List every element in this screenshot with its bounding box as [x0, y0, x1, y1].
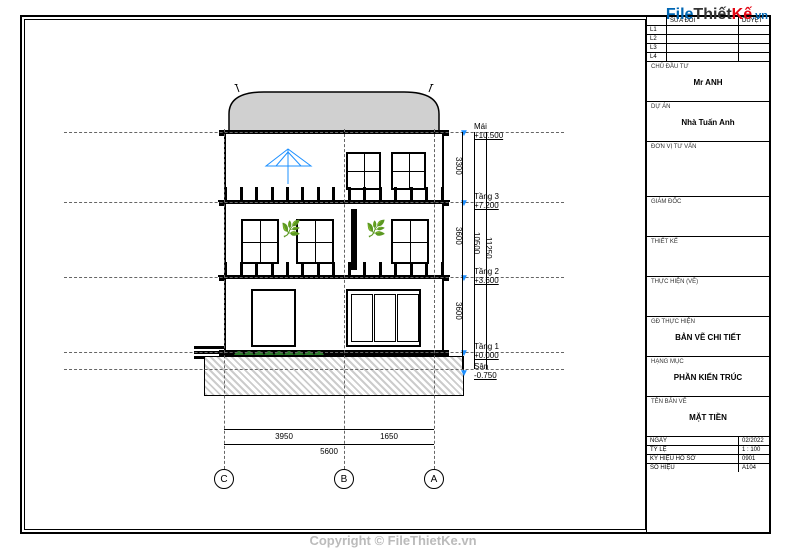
door-side: [251, 289, 296, 347]
tb-project: DỰ ÁNNhà Tuấn Anh: [647, 102, 769, 142]
tb-scale: TỶ LỆ1 : 100: [647, 446, 769, 455]
tb-category: HẠNG MỤCPHẦN KIẾN TRÚC: [647, 357, 769, 397]
level-marker-roof: Mái+10.500: [474, 122, 584, 140]
horizontal-dimension: 1650: [344, 429, 434, 441]
window: [346, 152, 381, 190]
grid-line: [434, 129, 435, 479]
window: [296, 219, 334, 264]
tb-phase: GĐ THỰC HIỆNBẢN VẼ CHI TIẾT: [647, 317, 769, 357]
copyright-watermark: Copyright © FileThietKe.vn: [309, 533, 476, 548]
tb-director: GIÁM ĐỐC: [647, 197, 769, 237]
tb-sheet-no: SỐ HIỆUA104: [647, 464, 769, 472]
drawing-area: 🌿 🌿 Mái+10.500 Tầng 3+7.200 Tầng 2+3.600…: [24, 19, 646, 530]
horizontal-dimension-total: 5600: [224, 444, 434, 456]
level-marker-1: Tầng 1+0.000: [474, 342, 584, 360]
level-marker-ground: Sân-0.750: [474, 362, 584, 380]
tb-doc-code: KÝ HIỆU HỒ SƠ0901: [647, 455, 769, 464]
roof: [224, 84, 444, 134]
window: [241, 219, 279, 264]
level-marker-2: Tầng 2+3.600: [474, 267, 584, 285]
planter: [234, 342, 324, 352]
tb-drawing-name: TÊN BẢN VẼMẶT TIỀN: [647, 397, 769, 437]
foundation-hatch: [204, 356, 464, 396]
plant-icon: 🌿: [281, 219, 301, 239]
tb-designer: THIẾT KẾ: [647, 237, 769, 277]
door-main: [346, 289, 421, 347]
logo-watermark: FileThiếtKế.vn: [666, 6, 768, 24]
window: [391, 219, 429, 264]
tb-owner: CHỦ ĐẦU TƯMr ANH: [647, 62, 769, 102]
grid-bubble-a: A: [424, 469, 444, 489]
column: [351, 209, 357, 270]
tb-consultant: ĐƠN VỊ TƯ VẤN: [647, 142, 769, 197]
building-elevation: 🌿 🌿 Mái+10.500 Tầng 3+7.200 Tầng 2+3.600…: [224, 84, 444, 404]
tb-date: NGÀY02/2022: [647, 437, 769, 446]
grid-line: [224, 129, 225, 479]
level-marker-3: Tầng 3+7.200: [474, 192, 584, 210]
tb-drafter: THỰC HIỆN (VẼ): [647, 277, 769, 317]
umbrella-icon: [261, 144, 316, 189]
plant-icon: 🌿: [366, 219, 386, 239]
titleblock: SỬA ĐỔIDUYỆT L1 L2 L3 L4 CHỦ ĐẦU TƯMr AN…: [646, 15, 771, 534]
floor-3: [224, 132, 444, 202]
floor-2: 🌿 🌿: [224, 202, 444, 277]
horizontal-dimension: 3950: [224, 429, 344, 441]
grid-line: [344, 129, 345, 479]
window: [391, 152, 426, 190]
grid-bubble-c: C: [214, 469, 234, 489]
grid-bubble-b: B: [334, 469, 354, 489]
floor-1: [224, 277, 444, 352]
